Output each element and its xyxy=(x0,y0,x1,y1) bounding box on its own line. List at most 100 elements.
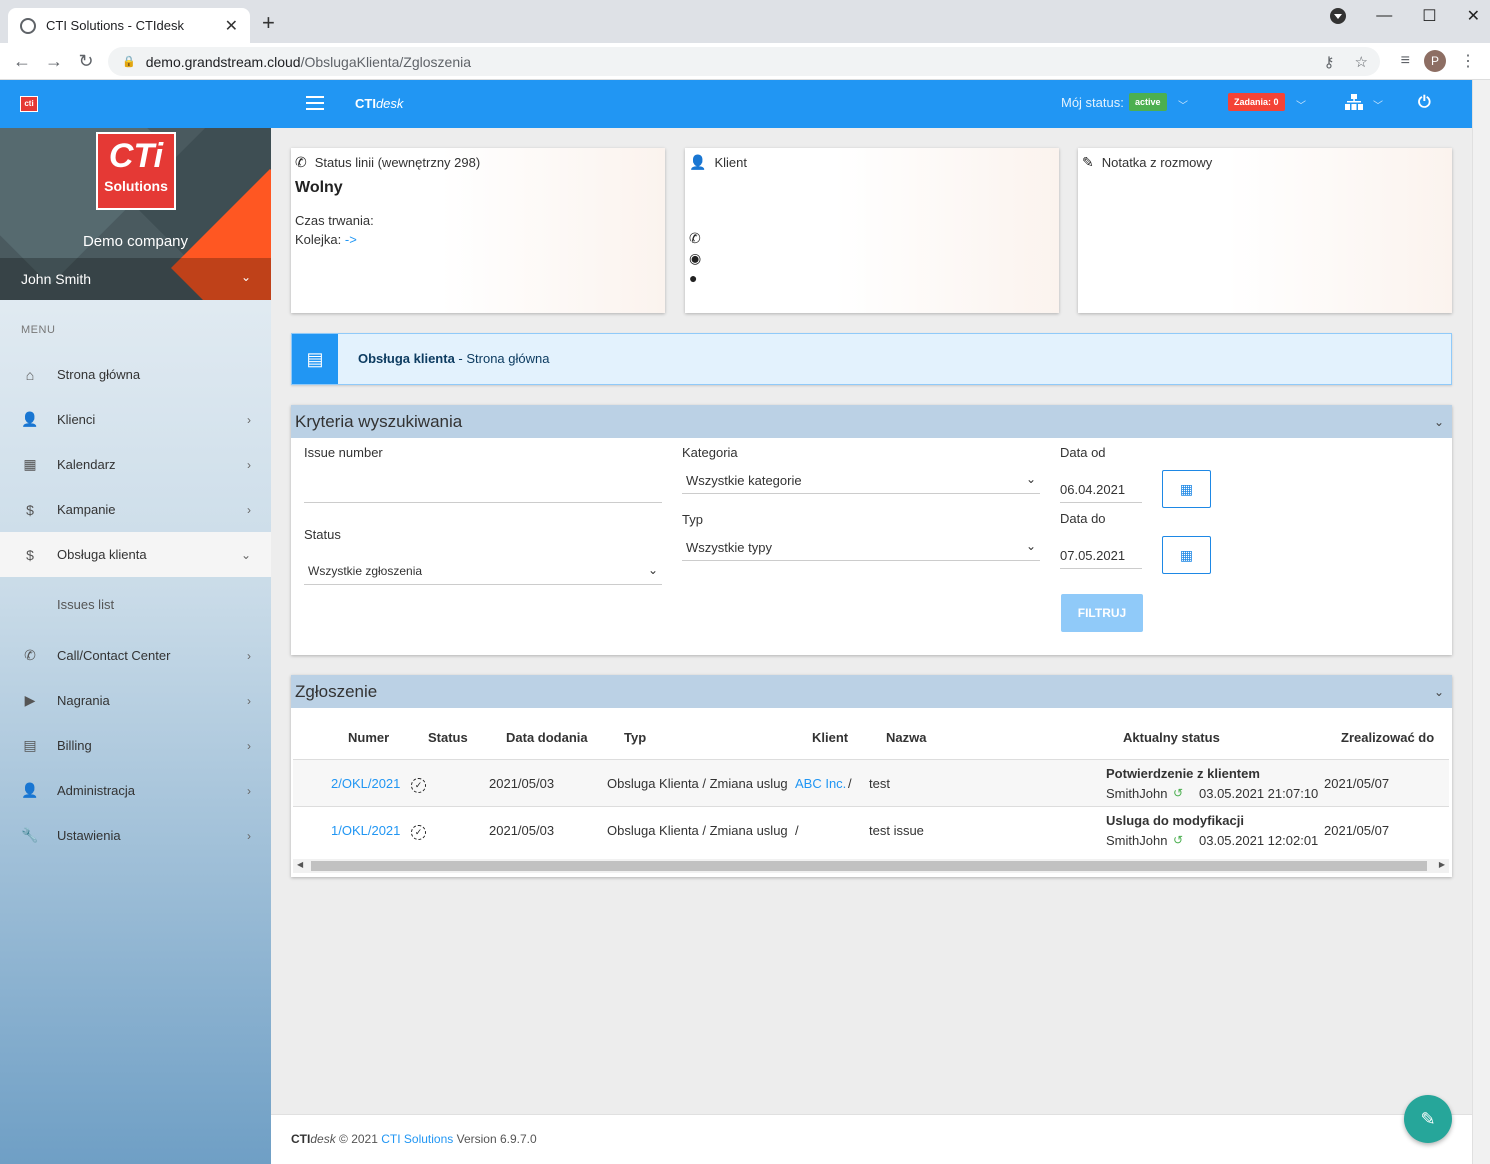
issue-number-link[interactable]: 1/OKL/2021 xyxy=(331,823,400,838)
search-criteria-header[interactable]: Kryteria wyszukiwania ⌄ xyxy=(291,405,1452,438)
media-icon[interactable]: ≡ xyxy=(1401,52,1410,70)
sidebar-item-administration[interactable]: 👤 Administracja › xyxy=(0,768,271,813)
column-header-number[interactable]: Numer xyxy=(348,730,389,745)
tasks-badge[interactable]: Zadania: 0 xyxy=(1228,93,1285,111)
scroll-right-icon: ▶ xyxy=(1438,860,1445,869)
column-header-due[interactable]: Zrealizować do xyxy=(1341,730,1434,745)
current-status-title: Usluga do modyfikacji xyxy=(1106,813,1244,828)
client-link[interactable]: ABC Inc. xyxy=(795,776,846,791)
sitemap-icon[interactable] xyxy=(1345,94,1363,110)
table-row[interactable]: 2/OKL/2021 ✓ 2021/05/03 Obsluga Klienta … xyxy=(293,759,1449,806)
chevron-down-icon: ⌄ xyxy=(240,547,251,562)
issue-number-input[interactable] xyxy=(304,477,662,503)
chevron-down-icon[interactable]: ⌄ xyxy=(1434,685,1444,699)
phone-icon[interactable]: ✆ xyxy=(689,228,701,248)
edit-fab-button[interactable]: ✎ xyxy=(1404,1095,1452,1143)
sidebar-item-recordings[interactable]: ▶ Nagrania › xyxy=(0,678,271,723)
table-horizontal-scrollbar[interactable]: ◀ ▶ xyxy=(293,859,1449,873)
url-host: demo.grandstream.cloud xyxy=(145,53,301,70)
chevron-right-icon: › xyxy=(247,648,251,663)
company-link[interactable]: CTI Solutions xyxy=(381,1132,453,1146)
filter-button[interactable]: FILTRUJ xyxy=(1061,594,1143,632)
sidebar-item-campaigns[interactable]: $ Kampanie › xyxy=(0,487,271,532)
chevron-down-icon[interactable]: ﹀ xyxy=(1373,97,1383,112)
play-icon: ▶ xyxy=(24,692,36,708)
issue-name: test issue xyxy=(869,823,924,838)
user-circle-icon[interactable]: ◉ xyxy=(689,248,701,268)
category-select[interactable]: Wszystkie kategorie ⌄ xyxy=(682,468,1040,494)
column-header-current-status[interactable]: Aktualny status xyxy=(1123,730,1220,745)
queue-link[interactable]: -> xyxy=(345,232,357,247)
sidebar-item-calendar[interactable]: ▦ Kalendarz › xyxy=(0,442,271,487)
reload-icon[interactable]: ↻ xyxy=(70,51,102,72)
downloads-icon[interactable] xyxy=(1330,8,1347,24)
date-to-input[interactable]: 07.05.2021 xyxy=(1060,543,1142,569)
sidebar-item-home[interactable]: ⌂ Strona główna xyxy=(0,352,271,397)
page-scrollbar[interactable] xyxy=(1472,80,1490,1164)
window-controls: — ☐ ✕ xyxy=(1330,6,1480,26)
current-status-title: Potwierdzenie z klientem xyxy=(1106,766,1260,781)
column-header-date[interactable]: Data dodania xyxy=(506,730,588,745)
pencil-icon: ✎ xyxy=(1420,1108,1436,1129)
type-label: Typ xyxy=(682,512,703,527)
chevron-down-icon[interactable]: ⌄ xyxy=(1434,415,1444,429)
calendar-icon: ▦ xyxy=(23,456,37,472)
address-bar: ← → ↻ 🔒 demo.grandstream.cloud /ObslugaK… xyxy=(0,43,1490,80)
money-icon: ▤ xyxy=(23,737,37,753)
menu-dots-icon[interactable]: ⋮ xyxy=(1460,51,1476,71)
history-icon[interactable]: ↺ xyxy=(1173,786,1183,800)
key-icon[interactable]: ⚷ xyxy=(1324,53,1335,71)
column-header-status[interactable]: Status xyxy=(428,730,468,745)
forward-icon[interactable]: → xyxy=(38,51,70,72)
back-icon[interactable]: ← xyxy=(6,51,38,72)
sidebar-item-customer-service[interactable]: $ Obsługa klienta ⌄ xyxy=(0,532,271,577)
calendar-icon[interactable]: ▦ xyxy=(1162,536,1211,574)
calendar-icon[interactable]: ▦ xyxy=(1162,470,1211,508)
home-icon: ⌂ xyxy=(25,366,35,383)
chevron-down-icon[interactable]: ﹀ xyxy=(1178,97,1188,112)
star-icon[interactable]: ☆ xyxy=(1355,53,1368,71)
sidebar-item-call-center[interactable]: ✆ Call/Contact Center › xyxy=(0,633,271,678)
phone-icon: ✆ xyxy=(24,647,36,663)
issue-number-link[interactable]: 2/OKL/2021 xyxy=(331,776,400,791)
sidebar-item-settings[interactable]: 🔧 Ustawienia › xyxy=(0,813,271,858)
user-cog-icon: 👤 xyxy=(21,782,39,798)
cti-logo-small[interactable]: cti xyxy=(20,96,38,112)
new-tab-icon[interactable]: + xyxy=(262,12,275,34)
chevron-right-icon: › xyxy=(247,828,251,843)
type-select[interactable]: Wszystkie typy ⌄ xyxy=(682,535,1040,561)
chevron-right-icon: › xyxy=(247,412,251,427)
column-header-type[interactable]: Typ xyxy=(624,730,646,745)
browser-tab[interactable]: CTI Solutions - CTIdesk ✕ xyxy=(8,8,250,43)
status-select[interactable]: Wszystkie zgłoszenia ⌄ xyxy=(304,559,662,585)
issues-header[interactable]: Zgłoszenie ⌄ xyxy=(291,675,1452,708)
table-row[interactable]: 1/OKL/2021 ✓ 2021/05/03 Obsluga Klienta … xyxy=(293,806,1449,853)
power-icon[interactable]: ⏻ xyxy=(1418,94,1431,112)
scrollbar-thumb[interactable] xyxy=(311,861,1427,871)
minimize-icon[interactable]: — xyxy=(1376,7,1392,25)
brand: CTIdesk xyxy=(355,96,404,111)
comment-icon[interactable]: ● xyxy=(689,268,701,288)
close-tab-icon[interactable]: ✕ xyxy=(225,16,238,36)
sidebar-item-billing[interactable]: ▤ Billing › xyxy=(0,723,271,768)
date-to-label: Data do xyxy=(1060,511,1106,526)
close-window-icon[interactable]: ✕ xyxy=(1467,6,1480,26)
history-icon[interactable]: ↺ xyxy=(1173,833,1183,847)
profile-avatar[interactable]: P xyxy=(1424,50,1446,72)
issue-number-label: Issue number xyxy=(304,445,383,460)
status-badge[interactable]: active xyxy=(1129,93,1167,111)
column-header-name[interactable]: Nazwa xyxy=(886,730,926,745)
status-check-icon: ✓ xyxy=(411,776,426,793)
sidebar-subitem-issues-list[interactable]: Issues list xyxy=(57,597,114,612)
hamburger-icon[interactable] xyxy=(306,96,324,114)
chevron-down-icon[interactable]: ﹀ xyxy=(1296,97,1306,112)
date-from-input[interactable]: 06.04.2021 xyxy=(1060,477,1142,503)
column-header-client[interactable]: Klient xyxy=(812,730,848,745)
sidebar-item-clients[interactable]: 👤 Klienci › xyxy=(0,397,271,442)
dollar-icon: $ xyxy=(26,546,34,563)
user-menu[interactable]: John Smith ⌄ xyxy=(0,258,271,300)
url-field[interactable]: 🔒 demo.grandstream.cloud /ObslugaKlienta… xyxy=(108,47,1380,76)
breadcrumb: Obsługa klienta - Strona główna xyxy=(358,351,550,366)
status-time: 03.05.2021 12:02:01 xyxy=(1199,833,1319,848)
maximize-icon[interactable]: ☐ xyxy=(1422,6,1436,26)
